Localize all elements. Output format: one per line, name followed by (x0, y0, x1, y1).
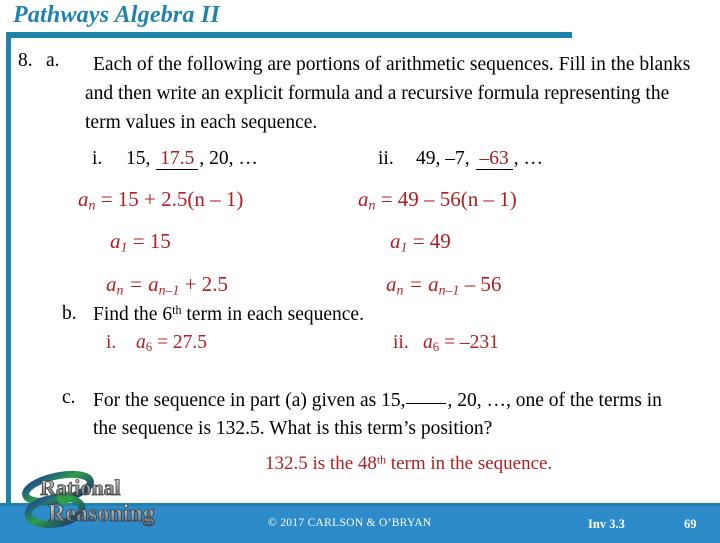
formula-block: an = 15 + 2.5(n – 1) a1 = 15 an = an–1 +… (0, 181, 720, 297)
part-c-answer-post: term in the sequence. (386, 453, 553, 474)
sequence-ii-blank-answer: –63 (475, 148, 513, 170)
part-b-answer-ii-sub: 6 (432, 340, 440, 355)
formula-right-explicit-sub: n (368, 197, 376, 213)
sequence-i-blank-answer: 17.5 (156, 148, 199, 170)
formula-left-explicit-lhs: a (78, 187, 89, 211)
formula-left-first-term: a1 = 15 (78, 223, 368, 265)
part-b-answer-i-sub: 6 (145, 340, 153, 355)
sequence-i-prefix: 15, (126, 148, 151, 169)
formula-right-first-term: a1 = 49 (358, 223, 648, 265)
part-b-answer-ii-value: = –231 (444, 332, 499, 353)
part-b-answer-ii: ii. a6 = –231 (393, 332, 499, 355)
sequence-i-roman: i. (92, 148, 103, 169)
part-b-label: b. (62, 303, 77, 324)
part-b-answer-i-value: = 27.5 (157, 332, 208, 353)
part-b-answer-i-var: a (136, 332, 146, 353)
part-b-answer-i: i. a6 = 27.5 (106, 332, 207, 355)
footer-copyright: © 2017 CARLSON & O’BRYAN (268, 517, 432, 529)
footer-investigation: Inv 3.3 (588, 517, 625, 531)
formula-right-rec-mid-sub: n–1 (438, 282, 460, 298)
sequence-row: i. 15, 17.5, 20, … ii. 49, –7, –63, … (0, 148, 720, 178)
formula-right-first-sub: 1 (400, 239, 408, 255)
logo-graphic: Rational Reasoning (22, 470, 155, 528)
formula-left-explicit-sub: n (88, 197, 96, 213)
formula-right-rec-mid: = a (408, 271, 439, 296)
sequence-ii-roman: ii. (378, 148, 394, 169)
formula-left-first-sub: 1 (120, 239, 128, 255)
part-c-ordinal-suffix: th (376, 453, 387, 467)
page-title: Pathways Algebra II (13, 2, 220, 28)
sequence-ii-prefix: 49, –7, (416, 148, 470, 169)
part-b-prompt-post: term in each sequence. (181, 303, 364, 325)
logo-text-line2: Reasoning (48, 501, 155, 527)
part-a-prompt: Each of the following are portions of ar… (85, 54, 691, 133)
formula-right-rec-sub: n (396, 282, 404, 298)
formula-left-first-lhs: a (110, 229, 121, 254)
sequence-ii-suffix: , … (513, 148, 543, 169)
formula-left-explicit-rhs: = 15 + 2.5(n – 1) (100, 187, 244, 211)
formula-left-rec-mid-sub: n–1 (158, 282, 180, 298)
slide-canvas: Pathways Algebra II 8. a. Each of the fo… (0, 0, 720, 543)
part-c-answer: 132.5 is the 48th term in the sequence. (265, 453, 552, 475)
part-c-label: c. (62, 387, 76, 408)
part-c-blank (406, 403, 447, 404)
formula-right-rec-lhs: a (386, 271, 397, 296)
formula-column-left: an = 15 + 2.5(n – 1) a1 = 15 an = an–1 +… (78, 181, 368, 308)
formula-left-first-rhs: = 15 (132, 229, 171, 254)
sequence-item-i: i. 15, 17.5, 20, … (92, 148, 258, 170)
slide-body: 8. a. Each of the following are portions… (0, 44, 720, 494)
formula-left-rec-mid: = a (128, 271, 159, 296)
part-b-prompt: Find the 6th term in each sequence. (93, 303, 364, 326)
part-b-answer-ii-roman: ii. (393, 332, 409, 353)
formula-left-rec-rhs: + 2.5 (184, 271, 228, 296)
logo-text-line1: Rational (40, 475, 121, 500)
footer-page-number: 69 (684, 517, 697, 531)
formula-right-first-rhs: = 49 (412, 229, 451, 254)
formula-left-rec-sub: n (116, 282, 124, 298)
part-a-label: a. (46, 50, 60, 71)
part-b-answer-i-roman: i. (106, 332, 117, 353)
question-number: 8. (18, 50, 33, 71)
part-c-prompt-pre: For the sequence in part (a) given as 15… (93, 390, 406, 411)
formula-right-explicit-lhs: a (358, 187, 369, 211)
formula-left-rec-lhs: a (106, 271, 117, 296)
sequence-i-suffix: , 20, … (199, 148, 258, 169)
formula-right-explicit-rhs: = 49 – 56(n – 1) (380, 187, 517, 211)
formula-right-first-lhs: a (390, 229, 401, 254)
formula-right-rec-rhs: – 56 (464, 271, 502, 296)
part-b-answer-ii-var: a (423, 332, 433, 353)
header-divider (6, 32, 572, 38)
rational-reasoning-logo: Rational Reasoning (22, 470, 192, 530)
formula-column-right: an = 49 – 56(n – 1) a1 = 49 an = an–1 – … (358, 181, 648, 308)
formula-left-explicit: an = 15 + 2.5(n – 1) (78, 181, 368, 223)
slide-header: Pathways Algebra II (0, 0, 720, 40)
part-b-prompt-pre: Find the 6 (93, 303, 173, 325)
part-b-ordinal-suffix: th (172, 303, 182, 317)
formula-left-recursive: an = an–1 + 2.5 (78, 266, 368, 308)
part-b-answers: i. a6 = 27.5 ii. a6 = –231 (0, 332, 720, 362)
formula-right-recursive: an = an–1 – 56 (358, 266, 648, 308)
formula-right-explicit: an = 49 – 56(n – 1) (358, 181, 648, 223)
part-c-answer-pre: 132.5 is the 48 (265, 453, 377, 474)
sequence-item-ii: ii. 49, –7, –63, … (378, 148, 543, 170)
part-c-prompt: For the sequence in part (a) given as 15… (93, 387, 687, 443)
